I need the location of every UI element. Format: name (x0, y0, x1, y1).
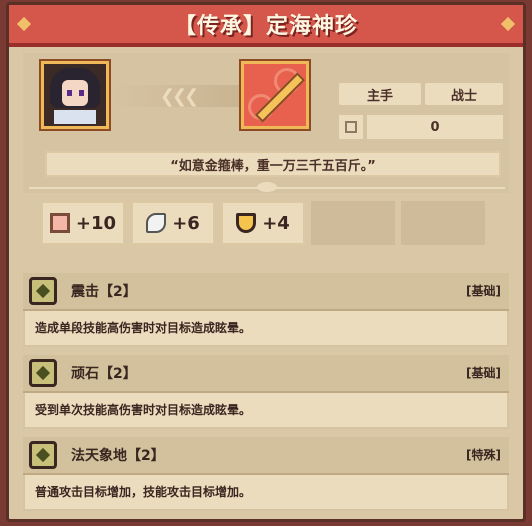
skill-name: 震击【2】 (71, 284, 137, 300)
skill-type: [基础] (466, 284, 501, 298)
skill-icon (29, 277, 57, 305)
count-value: 0 (367, 115, 503, 139)
stat-defense: +4 (221, 201, 305, 245)
slot-tag: 主手 (339, 83, 421, 105)
corner-ornament-icon (16, 16, 32, 32)
skill-card[interactable]: 法天象地【2】 [特殊] 普通攻击目标增加，技能攻击目标增加。 (23, 437, 509, 511)
stat-value: +6 (172, 212, 200, 234)
weapon-icon[interactable] (241, 61, 309, 129)
skill-name: 顽石【2】 (71, 366, 137, 382)
save-icon (339, 115, 363, 139)
count-box: 0 (339, 115, 503, 139)
skill-header: 震击【2】 [基础] (23, 273, 509, 311)
skill-icon (29, 359, 57, 387)
skill-name: 法天象地【2】 (71, 448, 165, 464)
transfer-arrows-icon: ❮❮❮ (113, 85, 243, 107)
class-tag: 战士 (425, 83, 503, 105)
character-portrait[interactable] (41, 61, 109, 129)
stat-power: +10 (41, 201, 125, 245)
skill-description: 普通攻击目标增加，技能攻击目标增加。 (35, 485, 252, 499)
skill-description: 造成单段技能高伤害时对目标造成眩晕。 (35, 321, 252, 335)
skill-type: [基础] (466, 366, 501, 380)
item-title: 【传承】定海神珍 (173, 14, 358, 39)
corner-ornament-icon (500, 16, 516, 32)
item-quote: “如意金箍棒，重一万三千五百斤。” (45, 151, 501, 177)
stat-slot-empty (401, 201, 485, 245)
skill-card[interactable]: 顽石【2】 [基础] 受到单次技能高伤害时对目标造成眩晕。 (23, 355, 509, 429)
skill-card[interactable]: 震击【2】 [基础] 造成单段技能高伤害时对目标造成眩晕。 (23, 273, 509, 347)
item-header: ❮❮❮ 主手 战士 0 “如意金箍棒，重一万三千五百斤。” (23, 53, 509, 193)
stats-row: +10 +6 +4 (41, 201, 501, 247)
feather-icon (146, 213, 167, 233)
skill-header: 顽石【2】 [基础] (23, 355, 509, 393)
stat-value: +4 (262, 212, 290, 234)
title-bar: 【传承】定海神珍 (9, 5, 523, 47)
stat-speed: +6 (131, 201, 215, 245)
stat-slot-empty (311, 201, 395, 245)
power-icon (49, 213, 70, 233)
stat-value: +10 (75, 212, 117, 234)
skill-icon (29, 441, 57, 469)
skill-description: 受到单次技能高伤害时对目标造成眩晕。 (35, 403, 252, 417)
item-detail-panel: 【传承】定海神珍 ❮❮❮ 主手 战士 0 “如意金箍棒，重一万三千五百斤。” +… (6, 2, 526, 522)
shield-icon (236, 213, 257, 233)
skill-type: [特殊] (466, 448, 501, 462)
divider (29, 182, 505, 192)
skill-header: 法天象地【2】 [特殊] (23, 437, 509, 475)
